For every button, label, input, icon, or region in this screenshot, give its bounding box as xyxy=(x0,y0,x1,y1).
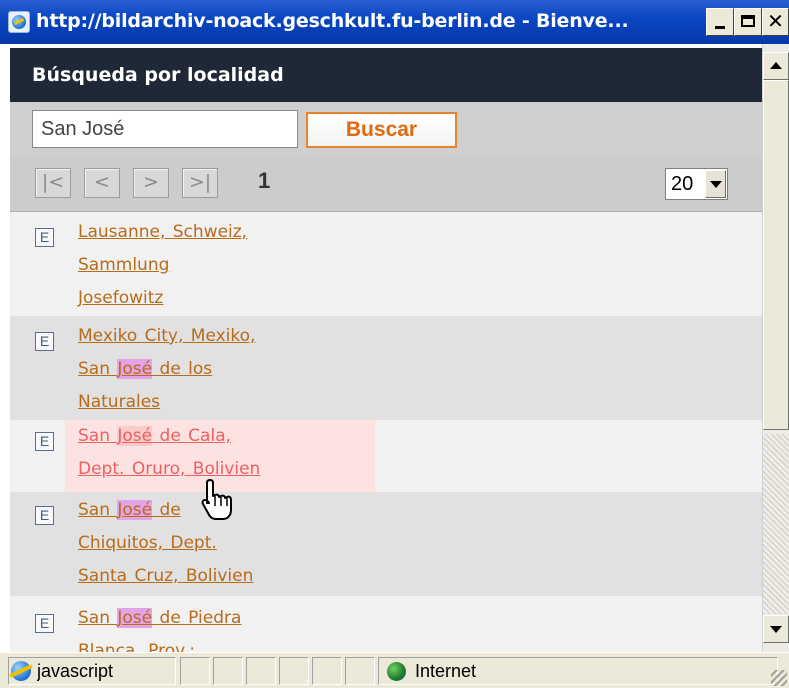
result-line: de xyxy=(152,500,181,520)
list-item: E Lausanne, Schweiz, Sammlung Josefowitz xyxy=(10,212,762,316)
zone-text: Internet xyxy=(415,661,477,681)
result-line: de Piedra xyxy=(152,608,242,628)
result-line: Chiquitos, Dept. xyxy=(78,533,217,553)
per-page-value: 20 xyxy=(671,173,694,195)
scroll-up-button[interactable] xyxy=(763,52,789,80)
result-line: de Cala, xyxy=(152,426,232,446)
letter-e-box-icon[interactable]: E xyxy=(35,614,54,633)
result-line: Lausanne, Schweiz, xyxy=(78,222,248,242)
next-page-button[interactable]: > xyxy=(133,168,169,198)
result-line: Josefowitz xyxy=(78,288,164,308)
title-bar[interactable]: http://bildarchiv-noack.geschkult.fu-ber… xyxy=(0,0,789,44)
result-line: Dept. Oruro, Bolivien xyxy=(78,459,261,479)
status-bar: javascript Internet xyxy=(0,652,789,688)
internet-globe-icon xyxy=(387,662,406,681)
status-cell xyxy=(279,657,309,685)
result-line: Blanca, Prov.: xyxy=(78,641,195,652)
search-term-highlight: José xyxy=(117,500,153,520)
panel-header: Búsqueda por localidad xyxy=(10,48,762,102)
result-line: Naturales xyxy=(78,392,161,412)
status-cell xyxy=(213,657,243,685)
list-item: E San José de Chiquitos, Dept. Santa Cruz,… xyxy=(10,492,762,596)
ie-icon xyxy=(11,661,31,681)
status-cell xyxy=(180,657,210,685)
result-link[interactable]: Lausanne, Schweiz, Sammlung Josefowitz xyxy=(78,216,338,315)
chevron-down-icon[interactable] xyxy=(705,170,726,198)
scroll-track[interactable] xyxy=(763,434,789,614)
letter-e-box-icon[interactable]: E xyxy=(35,506,54,525)
security-zone-cell[interactable]: Internet xyxy=(378,657,778,685)
status-cell xyxy=(246,657,276,685)
hand-pointer-icon xyxy=(201,479,232,520)
search-button[interactable]: Buscar xyxy=(306,112,457,148)
per-page-select[interactable]: 20 xyxy=(665,168,728,200)
search-term-highlight: José xyxy=(117,359,153,379)
maximize-button[interactable] xyxy=(734,8,762,36)
current-page-number: 1 xyxy=(258,168,271,193)
search-bar: Buscar xyxy=(10,102,762,157)
search-term-highlight: José xyxy=(117,426,153,446)
status-text: javascript xyxy=(37,661,114,681)
list-item-hovered: San José de Cala, Dept. Oruro, Bolivien xyxy=(10,420,762,492)
resize-grip[interactable] xyxy=(771,670,787,686)
first-page-button[interactable]: |< xyxy=(35,168,71,198)
result-line: de los xyxy=(152,359,213,379)
result-link[interactable]: San José de Piedra Blanca, Prov.: xyxy=(78,602,338,652)
result-link[interactable]: San José de Cala, Dept. Oruro, Bolivien xyxy=(78,420,338,486)
result-line: San xyxy=(78,500,118,520)
minimize-button[interactable] xyxy=(706,8,734,36)
ie-page-icon xyxy=(8,11,30,33)
status-cell xyxy=(312,657,342,685)
browser-popup-window: http://bildarchiv-noack.geschkult.fu-ber… xyxy=(0,0,789,688)
letter-e-box-icon[interactable]: E xyxy=(35,228,54,247)
result-line: Sammlung xyxy=(78,255,170,275)
result-line: San xyxy=(78,608,118,628)
search-input[interactable] xyxy=(32,110,298,148)
list-item: E San José de Piedra Blanca, Prov.: xyxy=(10,596,762,652)
letter-e-box-icon[interactable]: E xyxy=(35,332,54,351)
vertical-scrollbar[interactable] xyxy=(762,44,789,652)
search-term-highlight: José xyxy=(117,608,153,628)
result-line: Mexiko City, Mexiko, xyxy=(78,326,256,346)
last-page-button[interactable]: >| xyxy=(182,168,218,198)
result-line: San xyxy=(78,359,118,379)
result-link[interactable]: Mexiko City, Mexiko, San José de los Natur… xyxy=(78,320,338,419)
window-title: http://bildarchiv-noack.geschkult.fu-ber… xyxy=(36,10,629,32)
list-item: E Mexiko City, Mexiko, San José de los Nat… xyxy=(10,316,762,420)
status-message-cell: javascript xyxy=(8,657,176,685)
panel-title: Búsqueda por localidad xyxy=(32,64,284,86)
scroll-down-button[interactable] xyxy=(763,615,789,643)
previous-page-button[interactable]: < xyxy=(84,168,120,198)
scroll-thumb[interactable] xyxy=(763,80,789,430)
result-line: San xyxy=(78,426,118,446)
result-line: Santa Cruz, Bolivien xyxy=(78,566,254,586)
close-button[interactable]: ✕ xyxy=(762,8,789,36)
status-cell xyxy=(345,657,375,685)
pager-bar: |< < > >| 1 20 xyxy=(10,157,762,212)
page-content: Búsqueda por localidad Buscar |< < > >| … xyxy=(0,44,762,652)
results-list: E Lausanne, Schweiz, Sammlung Josefowitz E… xyxy=(10,212,762,652)
